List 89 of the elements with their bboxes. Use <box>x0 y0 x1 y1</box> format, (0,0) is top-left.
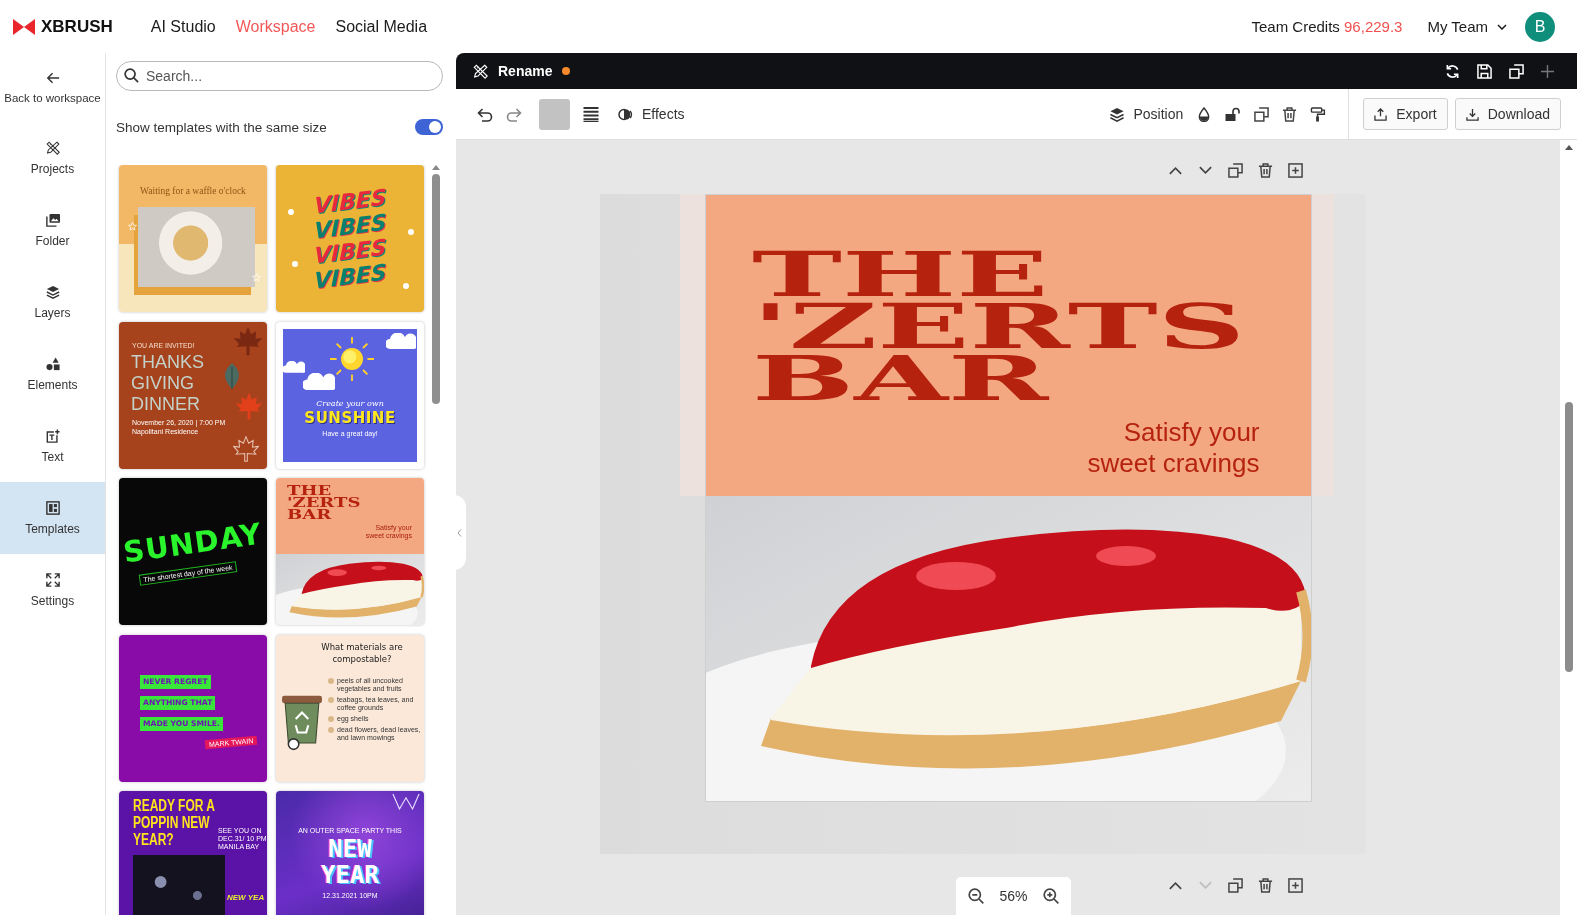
team-credits: Team Credits 96,229.3 <box>1251 18 1403 35</box>
zoom-level: 56% <box>999 888 1028 904</box>
nav-link[interactable]: Social Media <box>335 17 428 36</box>
search-icon <box>124 68 139 83</box>
template-title: THANKS GIVING DINNER <box>131 351 204 415</box>
lines-icon[interactable] <box>583 106 599 122</box>
chevron-left-icon <box>457 528 462 537</box>
download-button[interactable]: Download <box>1454 98 1561 130</box>
copy-icon[interactable] <box>1227 162 1243 178</box>
dot-icon <box>292 261 298 267</box>
bullet-icon <box>328 715 334 722</box>
scrollbar-thumb[interactable] <box>1564 402 1573 672</box>
template-script-text: Create your own <box>316 398 384 408</box>
sidebar-item[interactable]: Layers <box>0 266 105 338</box>
layout-icon <box>45 500 60 515</box>
template-heading: Waiting for a waffle o'clock <box>139 186 247 196</box>
add-page-icon[interactable] <box>1287 877 1303 893</box>
brand-name: XBRUSH <box>41 16 113 37</box>
shapes-icon <box>45 356 60 371</box>
images-icon <box>45 212 60 227</box>
avatar[interactable]: B <box>1525 11 1555 42</box>
search-field[interactable]: Search... <box>116 61 443 91</box>
position-button[interactable]: Position <box>1109 106 1184 122</box>
tools-icon <box>45 140 60 155</box>
trash-icon[interactable] <box>1257 162 1273 178</box>
sidebar-item[interactable]: Projects <box>0 122 105 194</box>
bullet-icon <box>328 696 334 703</box>
template-title: NEW YEAR <box>321 836 379 888</box>
template-title: SUNSHINE <box>304 408 396 427</box>
save-icon[interactable] <box>1477 63 1492 79</box>
dot-icon <box>288 209 294 215</box>
expand-icon <box>45 572 60 587</box>
document-title[interactable]: Rename <box>498 63 553 79</box>
trash-icon[interactable] <box>1257 877 1273 893</box>
dot-icon <box>408 229 414 235</box>
add-page-icon[interactable] <box>1287 162 1303 178</box>
scroll-up-icon[interactable] <box>432 165 440 170</box>
nav-link[interactable]: AI Studio <box>150 17 216 36</box>
template-title: What materials are compostable? <box>320 640 404 665</box>
dot-icon <box>403 283 409 289</box>
zoom-out-icon[interactable] <box>968 888 984 904</box>
copy-icon[interactable] <box>1227 877 1243 893</box>
team-menu-button[interactable]: My Team <box>1427 18 1507 35</box>
collapse-handle[interactable] <box>453 495 466 570</box>
paint-roller-icon[interactable] <box>1310 106 1327 122</box>
redo-icon[interactable] <box>506 106 522 122</box>
layers-icon <box>45 284 60 299</box>
logo-icon[interactable] <box>13 18 35 35</box>
chevron-down-icon <box>1497 23 1507 30</box>
scroll-up-icon[interactable] <box>1564 145 1573 150</box>
maple-leaf-icon <box>235 391 263 420</box>
scrollbar-thumb[interactable] <box>432 174 440 404</box>
effects-button[interactable]: Effects <box>618 106 685 122</box>
template-title: THE 'ZERTS BAR <box>287 485 361 521</box>
maple-leaf-icon <box>233 325 263 356</box>
export-button[interactable]: Export <box>1363 98 1448 130</box>
sidebar-item[interactable]: Settings <box>0 554 105 626</box>
cloud-icon <box>386 332 416 349</box>
refresh-icon[interactable] <box>1445 63 1460 79</box>
circles-icon <box>618 106 634 122</box>
maple-leaf-icon <box>233 435 259 462</box>
logo-icon <box>392 793 420 810</box>
upload-icon <box>1374 107 1388 121</box>
bullet-icon <box>328 726 334 733</box>
bullet-icon <box>328 677 334 684</box>
toggle-label: Show templates with the same size <box>116 119 327 135</box>
undo-icon[interactable] <box>477 106 493 122</box>
copy-icon[interactable] <box>1254 106 1270 122</box>
sidebar-item[interactable]: Elements <box>0 338 105 410</box>
sidebar-item[interactable]: Templates <box>0 482 105 554</box>
layers-icon <box>1109 106 1126 122</box>
zoom-in-icon[interactable] <box>1043 888 1059 904</box>
tools-icon <box>473 63 488 79</box>
sidebar-item[interactable]: Folder <box>0 194 105 266</box>
template-corner-text: NEW YEA <box>227 893 265 902</box>
sidebar-item[interactable]: Text <box>0 410 105 482</box>
arrow-left-icon <box>45 71 60 85</box>
fill-color-swatch[interactable] <box>539 98 570 130</box>
download-icon <box>1465 107 1479 121</box>
template-title: READY FOR A POPPIN NEW YEAR? <box>133 797 215 848</box>
template-card[interactable]: Waiting for a waffle o'clock <box>119 165 267 312</box>
text-add-icon <box>45 428 60 443</box>
trash-icon[interactable] <box>1282 106 1298 122</box>
back-button[interactable]: Back to workspace <box>0 53 105 122</box>
star-icon <box>128 222 137 231</box>
unlock-icon[interactable] <box>1225 106 1242 122</box>
star-icon <box>252 273 261 282</box>
sun-icon <box>330 336 374 381</box>
same-size-toggle[interactable] <box>415 119 443 135</box>
